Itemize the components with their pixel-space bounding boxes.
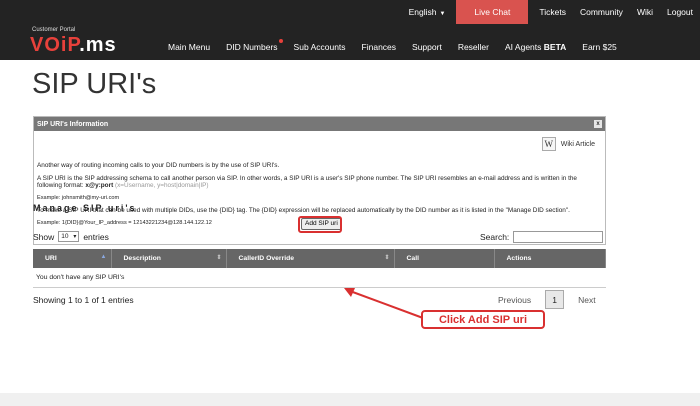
table-header-row: URI ▲ Description ⇕ CallerID Override ⇕ Cal… [33, 249, 606, 268]
logo-text-a: VOiP [30, 34, 80, 56]
empty-table-message: You don't have any SIP URI's [33, 268, 394, 288]
table-search: Search: [480, 231, 604, 243]
select-arrow-icon: ▾ [73, 234, 77, 240]
top-navigation-bar: English ▼ Live Chat Tickets Community Wik… [0, 0, 700, 60]
next-page-button[interactable]: Next [570, 295, 603, 305]
pagination: Previous 1 Next [490, 290, 604, 309]
column-header-description[interactable]: Description ⇕ [111, 249, 227, 268]
page-1-button[interactable]: 1 [545, 290, 565, 309]
wiki-link[interactable]: Wiki [630, 7, 660, 17]
search-input[interactable] [513, 231, 604, 243]
language-selector[interactable]: English ▼ [402, 7, 453, 17]
nav-main-menu[interactable]: Main Menu [160, 42, 218, 52]
beta-badge: BETA [543, 42, 567, 52]
nav-did-numbers[interactable]: DID Numbers [218, 39, 285, 52]
column-label: URI [45, 255, 57, 262]
nav-ai-agents-label: AI Agents [505, 42, 542, 52]
info-panel-title: SIP URI's Information [37, 120, 109, 128]
notification-dot-icon [278, 39, 283, 43]
sort-icon: ⇕ [216, 255, 222, 261]
nav-sub-accounts[interactable]: Sub Accounts [286, 42, 354, 52]
info-paragraph-format: A SIP URI is the SIP addressing schema t… [37, 175, 597, 190]
main-nav: Main Menu DID Numbers Sub Accounts Finan… [160, 39, 625, 52]
column-label: Description [123, 255, 161, 262]
logo-text-b: .ms [79, 34, 117, 56]
column-header-actions: Actions [494, 249, 606, 268]
sort-asc-icon: ▲ [100, 254, 107, 260]
community-link[interactable]: Community [573, 7, 630, 17]
main-content: SIP URI's SIP URI's Information x W Wiki… [0, 60, 700, 393]
format-example: x@y:port [85, 182, 114, 190]
entries-select-value: 10 [61, 233, 69, 240]
info-panel-header: SIP URI's Information x [34, 117, 605, 131]
empty-cell [394, 268, 606, 288]
entries-label: entries [83, 231, 109, 242]
logo-subtitle: Customer Portal [32, 27, 76, 33]
caret-down-icon: ▼ [439, 11, 446, 17]
manage-section-title: Manage SIP uri's [33, 203, 137, 213]
nav-ai-agents[interactable]: AI Agents BETA [497, 42, 574, 52]
logo[interactable]: VOiP.ms [30, 34, 117, 57]
show-label: Show [33, 231, 55, 242]
wikipedia-icon: W [541, 137, 556, 151]
nav-earn[interactable]: Earn $25 [574, 42, 625, 52]
search-label: Search: [480, 232, 510, 242]
nav-support[interactable]: Support [404, 42, 450, 52]
column-header-uri[interactable]: URI ▲ [33, 249, 112, 268]
nav-reseller[interactable]: Reseller [450, 42, 497, 52]
tickets-link[interactable]: Tickets [532, 7, 573, 17]
sort-icon: ⇕ [384, 255, 390, 261]
previous-page-button[interactable]: Previous [490, 295, 539, 305]
example-text: Example: johnsmith@my-uri.com [37, 194, 120, 201]
logout-link[interactable]: Logout [660, 7, 700, 17]
wiki-article-link[interactable]: W Wiki Article [541, 137, 595, 151]
table-row: You don't have any SIP URI's [33, 268, 606, 288]
column-header-callerid[interactable]: CallerID Override ⇕ [226, 249, 395, 268]
callout-label: Click Add SIP uri [421, 310, 545, 329]
live-chat-button[interactable]: Live Chat [456, 0, 529, 24]
sip-uri-table: URI ▲ Description ⇕ CallerID Override ⇕ Cal… [33, 249, 606, 288]
format-legend: (x=Username, y=host|domain|IP) [113, 182, 209, 190]
column-label: Call [406, 255, 419, 262]
footer-strip [0, 393, 700, 406]
nav-finances[interactable]: Finances [354, 42, 405, 52]
wiki-article-label: Wiki Article [560, 140, 595, 148]
entries-select[interactable]: 10 ▾ [58, 231, 80, 242]
column-header-call[interactable]: Call [394, 249, 495, 268]
top-links: English ▼ Live Chat Tickets Community Wik… [402, 0, 700, 24]
info-paragraph: Another way of routing incoming calls to… [37, 162, 280, 169]
table-info: Showing 1 to 1 of 1 entries [33, 295, 134, 305]
column-label: CallerID Override [238, 255, 295, 262]
page-title: SIP URI's [32, 68, 157, 100]
nav-did-numbers-label: DID Numbers [226, 42, 278, 52]
close-icon[interactable]: x [594, 120, 602, 128]
page-length-control: Show 10 ▾ entries [33, 231, 109, 242]
column-label: Actions [506, 255, 532, 262]
highlight-box [298, 216, 342, 233]
language-label: English [408, 7, 437, 17]
